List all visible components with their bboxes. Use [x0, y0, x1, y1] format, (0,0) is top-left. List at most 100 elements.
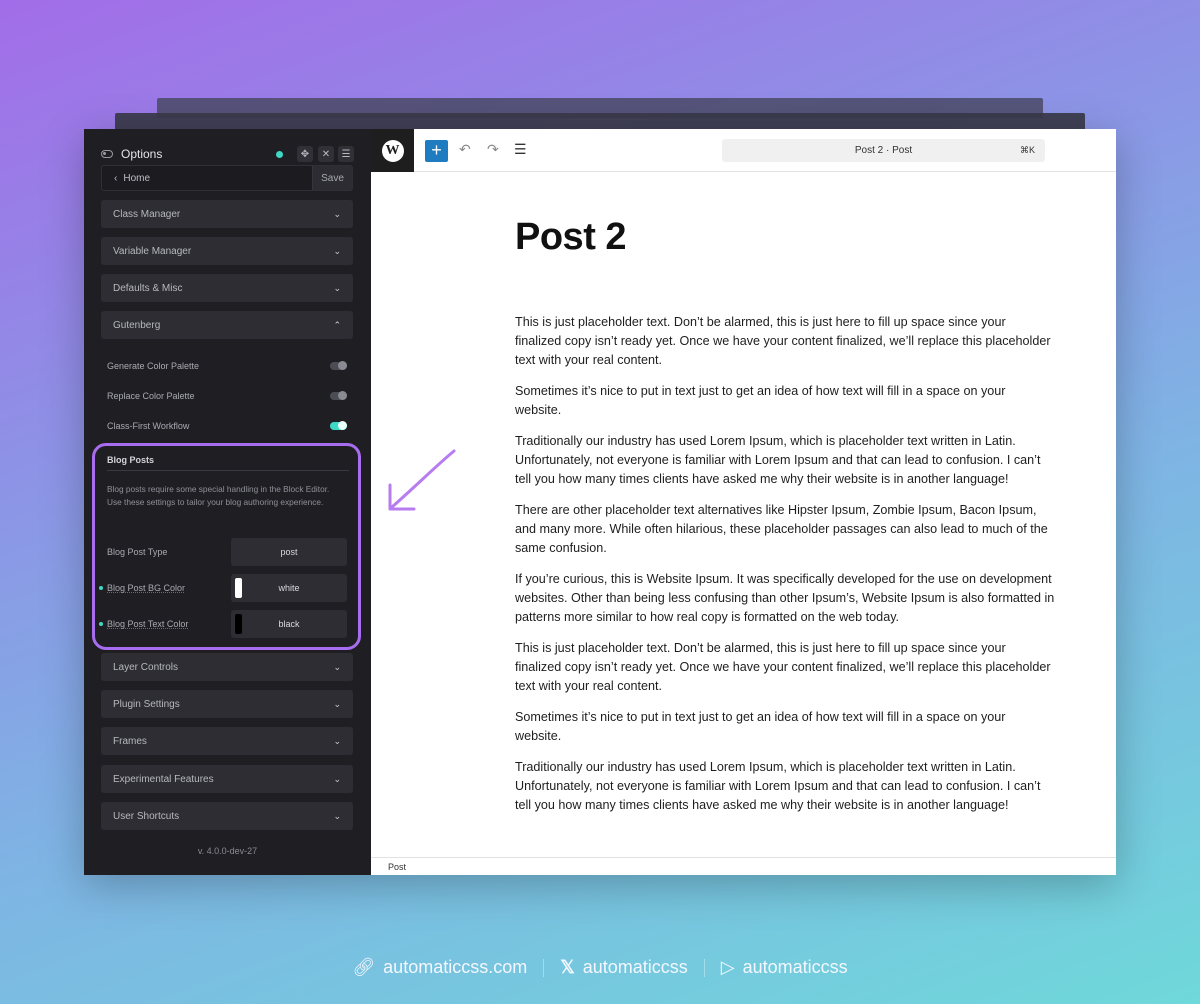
toggle-label: Class-First Workflow [107, 421, 190, 431]
undo-icon[interactable]: ↶ [459, 141, 471, 158]
paragraph-block[interactable]: Sometimes it’s nice to put in text just … [515, 382, 1055, 420]
accordion-gutenberg[interactable]: Gutenberg ⌃ [101, 311, 353, 339]
post-title[interactable]: Post 2 [515, 216, 1055, 259]
class-first-workflow-toggle[interactable] [330, 421, 347, 430]
replace-color-palette-toggle[interactable] [330, 391, 347, 400]
accordion-experimental-features[interactable]: Experimental Features ⌄ [101, 765, 353, 793]
accordion-class-manager[interactable]: Class Manager ⌄ [101, 200, 353, 228]
menu-icon[interactable]: ☰ [338, 146, 354, 162]
modified-indicator [99, 622, 103, 626]
chevron-down-icon: ⌄ [333, 208, 341, 219]
document-overview-icon[interactable]: ☰ [514, 141, 527, 158]
chevron-down-icon: ⌄ [333, 245, 341, 256]
x-link[interactable]: 𝕏 automaticcss [560, 957, 688, 978]
accordion-label: Gutenberg [113, 319, 161, 331]
divider [543, 958, 545, 977]
color-swatch[interactable] [235, 614, 242, 634]
app-window: Options ✥ ✕ ☰ ‹ Home Save Class Manager … [84, 129, 1116, 875]
breadcrumb-item[interactable]: Post [388, 862, 406, 872]
field-label: Blog Post Type [107, 547, 168, 557]
command-palette-button[interactable]: Post 2 · Post ⌘K [722, 139, 1045, 162]
redo-icon[interactable]: ↷ [487, 141, 499, 158]
toggle-label: Generate Color Palette [107, 361, 200, 371]
close-icon[interactable]: ✕ [318, 146, 334, 162]
blog-post-bg-color-input[interactable]: white [231, 574, 347, 602]
field-value: post [280, 547, 298, 557]
accordion-plugin-settings[interactable]: Plugin Settings ⌄ [101, 690, 353, 718]
accordion-frames[interactable]: Frames ⌄ [101, 727, 353, 755]
home-bar: ‹ Home Save [101, 165, 353, 191]
accordion-label: Defaults & Misc [113, 282, 183, 294]
command-bar-label: Post 2 · Post [854, 145, 913, 156]
field-value: black [278, 619, 300, 629]
chevron-down-icon: ⌄ [333, 661, 341, 672]
paragraph-block[interactable]: Traditionally our industry has used Lore… [515, 432, 1055, 489]
shortcut-hint: ⌘K [1019, 145, 1035, 155]
accordion-defaults-misc[interactable]: Defaults & Misc ⌄ [101, 274, 353, 302]
status-dot [276, 151, 283, 158]
x-logo-icon: 𝕏 [560, 957, 575, 977]
accordion-label: Plugin Settings [113, 698, 180, 710]
options-toggle-icon [101, 150, 113, 158]
pin-icon[interactable]: ✥ [297, 146, 313, 162]
paragraph-block[interactable]: This is just placeholder text. Don’t be … [515, 313, 1055, 370]
youtube-handle: automaticcss [742, 957, 848, 977]
youtube-link[interactable]: ▷ automaticcss [721, 957, 848, 978]
website-link[interactable]: 🔗︎ automaticcss.com [352, 957, 527, 978]
blog-post-type-row: Blog Post Type post [99, 538, 349, 566]
save-button[interactable]: Save [312, 166, 352, 190]
divider [107, 470, 349, 471]
blog-post-text-color-row: Blog Post Text Color black [99, 610, 349, 638]
website-text: automaticcss.com [383, 957, 528, 977]
blog-post-bg-color-row: Blog Post BG Color white [99, 574, 349, 602]
accordion-variable-manager[interactable]: Variable Manager ⌄ [101, 237, 353, 265]
modified-indicator [99, 586, 103, 590]
toggle-row-replace-color-palette: Replace Color Palette [107, 389, 347, 403]
paragraph-block[interactable]: If you’re curious, this is Website Ipsum… [515, 570, 1055, 627]
blog-post-text-color-input[interactable]: black [231, 610, 347, 638]
blog-post-type-input[interactable]: post [231, 538, 347, 566]
toggle-row-class-first-workflow: Class-First Workflow [107, 419, 347, 433]
accordion-user-shortcuts[interactable]: User Shortcuts ⌄ [101, 802, 353, 830]
sidebar-header: Options ✥ ✕ ☰ [101, 145, 355, 163]
version-label: v. 4.0.0-dev-27 [197, 846, 258, 856]
color-swatch[interactable] [235, 578, 242, 598]
toggle-label: Replace Color Palette [107, 391, 195, 401]
accordion-label: Variable Manager [113, 245, 192, 257]
blog-posts-description: Blog posts require some special handling… [107, 484, 330, 507]
footer-links: 🔗︎ automaticcss.com 𝕏 automaticcss ▷ aut… [0, 957, 1200, 978]
options-sidebar: Options ✥ ✕ ☰ ‹ Home Save Class Manager … [84, 129, 371, 875]
paragraph-block[interactable]: There are other placeholder text alterna… [515, 501, 1055, 558]
field-label: Blog Post Text Color [107, 619, 189, 629]
x-handle: automaticcss [582, 957, 688, 977]
youtube-icon: ▷ [720, 957, 735, 977]
paragraph-block[interactable]: Sometimes it’s nice to put in text just … [515, 708, 1055, 746]
home-label: Home [123, 172, 151, 184]
home-button[interactable]: ‹ Home [102, 173, 312, 184]
post-content: Post 2 This is just placeholder text. Do… [515, 216, 1055, 827]
block-editor: W + ↶ ↷ ☰ Post 2 · Post ⌘K Post 2 This i… [371, 129, 1116, 875]
accordion-label: Class Manager [113, 208, 181, 220]
accordion-layer-controls[interactable]: Layer Controls ⌄ [101, 653, 353, 681]
generate-color-palette-toggle[interactable] [330, 361, 347, 370]
blog-posts-heading: Blog Posts [107, 455, 155, 465]
accordion-label: Frames [113, 735, 147, 747]
add-block-button[interactable]: + [425, 140, 448, 162]
editor-toolbar: W + ↶ ↷ ☰ Post 2 · Post ⌘K [371, 129, 1116, 172]
field-value: white [278, 583, 300, 593]
chevron-down-icon: ⌄ [333, 773, 341, 784]
accordion-label: User Shortcuts [113, 810, 180, 822]
paragraph-block[interactable]: Traditionally our industry has used Lore… [515, 758, 1055, 815]
link-icon: 🔗︎ [352, 957, 376, 977]
wordpress-logo-button[interactable]: W [371, 129, 414, 172]
field-label: Blog Post BG Color [107, 583, 186, 593]
chevron-down-icon: ⌄ [333, 810, 341, 821]
chevron-down-icon: ⌄ [333, 282, 341, 293]
divider [703, 958, 705, 977]
paragraph-list: This is just placeholder text. Don’t be … [515, 313, 1055, 815]
arrow-annotation [388, 449, 456, 511]
block-breadcrumb: Post [371, 857, 1116, 875]
accordion-label: Experimental Features [113, 773, 214, 785]
paragraph-block[interactable]: This is just placeholder text. Don’t be … [515, 639, 1055, 696]
wordpress-icon: W [381, 139, 404, 162]
